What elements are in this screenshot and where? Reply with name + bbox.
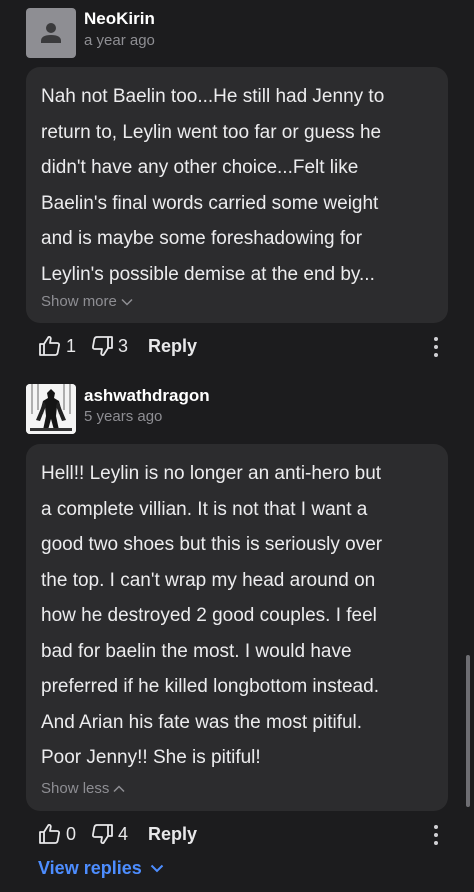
chevron-up-icon [113,784,125,792]
view-replies-button[interactable]: View replies [38,858,164,879]
default-user-icon [41,23,61,43]
avatar[interactable] [26,8,76,58]
dislike-button[interactable]: 4 [90,823,128,845]
like-button[interactable]: 0 [38,823,76,845]
thumbs-down-icon [92,336,113,356]
like-count: 0 [66,823,77,844]
toggle-label: Show more [41,293,117,310]
avatar[interactable] [26,384,76,434]
scrollbar[interactable] [466,655,470,807]
thumbs-up-icon [39,336,60,356]
show-less-button[interactable]: Show less [41,780,125,797]
dark-knight-avatar [26,384,76,434]
thumbs-up-icon [39,824,60,844]
dislike-button[interactable]: 3 [90,335,128,357]
toggle-label: Show less [41,780,110,797]
comment-actions: 1 3 Reply [38,335,197,357]
comment-text: Hell!! Leylin is no longer an anti-hero … [41,463,383,768]
comment-actions: 0 4 Reply [38,823,197,845]
show-more-button[interactable]: Show more [41,293,133,310]
timestamp: a year ago [84,32,155,49]
like-count: 1 [66,335,77,356]
view-replies-label: View replies [38,858,142,878]
reply-button[interactable]: Reply [148,336,197,357]
like-button[interactable]: 1 [38,335,76,357]
more-options-icon[interactable] [430,337,442,357]
chevron-down-icon [150,864,163,873]
comment-text: Nah not Baelin too...He still had Jenny … [41,86,385,285]
thumbs-down-icon [92,824,113,844]
comment-bubble: Nah not Baelin too...He still had Jenny … [26,67,448,323]
timestamp: 5 years ago [84,408,163,425]
dislike-count: 4 [118,823,129,844]
more-options-icon[interactable] [430,825,442,845]
chevron-down-icon [121,298,133,306]
dislike-count: 3 [118,335,129,356]
comment-bubble: Hell!! Leylin is no longer an anti-hero … [26,444,448,811]
username[interactable]: NeoKirin [84,9,155,29]
username[interactable]: ashwathdragon [84,386,210,406]
reply-button[interactable]: Reply [148,824,197,845]
